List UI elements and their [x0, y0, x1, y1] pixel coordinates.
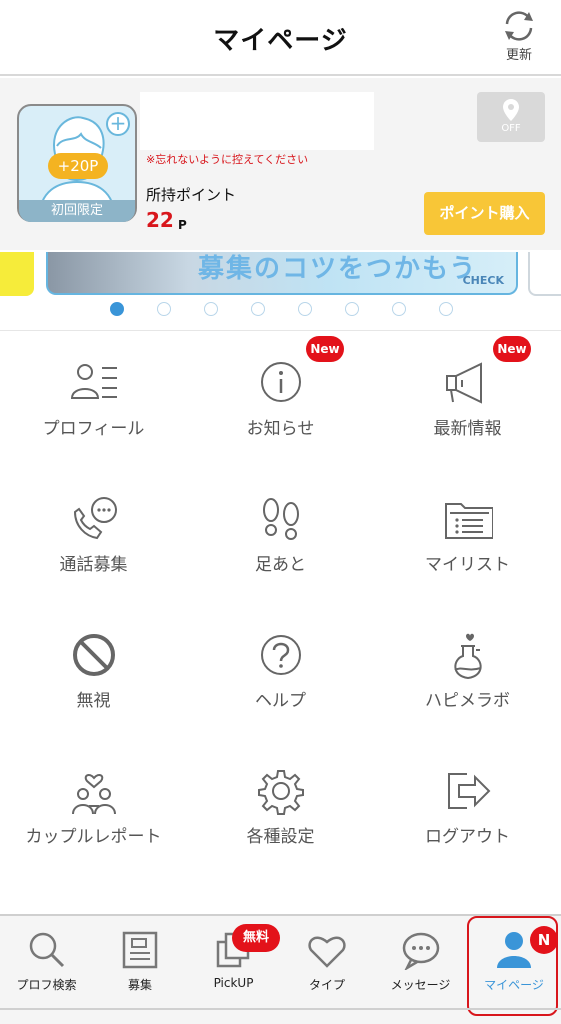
banner-prev-card[interactable]	[0, 252, 34, 296]
tab-label: メッセージ	[390, 978, 451, 992]
add-photo-icon[interactable]: +	[106, 112, 130, 136]
search-icon	[29, 932, 64, 968]
tab-label: マイページ	[484, 978, 544, 992]
location-pin-icon	[503, 99, 519, 121]
menu-item-label: 最新情報	[433, 419, 502, 439]
carousel-dots	[0, 302, 561, 318]
menu-item-folder-list[interactable]: マイリスト	[374, 496, 561, 632]
tab-search[interactable]: プロフ検索	[0, 916, 93, 1012]
logout-icon	[447, 773, 490, 809]
banner-next-card[interactable]	[528, 252, 561, 296]
tab-label: プロフ検索	[16, 978, 77, 992]
person-icon	[497, 932, 531, 968]
gear-icon	[257, 770, 304, 815]
menu-item-label: カップルレポート	[25, 827, 162, 847]
board-icon	[122, 931, 158, 969]
points-value: 22	[146, 208, 174, 232]
new-badge: New	[306, 336, 344, 362]
menu-item-phone-chat[interactable]: 通話募集	[0, 496, 187, 632]
carousel-dot[interactable]	[392, 302, 406, 316]
flask-icon	[453, 633, 482, 680]
menu-item-label: 通話募集	[59, 555, 128, 575]
info-icon	[260, 362, 301, 402]
tab-label: 募集	[127, 978, 152, 992]
location-toggle[interactable]: OFF	[477, 92, 545, 142]
free-badge: 無料	[232, 924, 280, 952]
new-badge: New	[493, 336, 531, 362]
menu-item-profile-list[interactable]: プロフィール	[0, 360, 187, 496]
couple-icon	[71, 774, 116, 815]
tab-message-bubble[interactable]: メッセージ	[374, 916, 467, 1012]
message-bubble-icon	[402, 932, 439, 970]
buy-points-button[interactable]: ポイント購入	[424, 192, 545, 235]
user-id-field	[140, 92, 374, 150]
menu-item-label: 足あと	[255, 555, 306, 575]
carousel-dot[interactable]	[251, 302, 265, 316]
refresh-icon	[505, 11, 533, 41]
refresh-button[interactable]: 更新	[497, 10, 541, 68]
refresh-label: 更新	[505, 48, 532, 63]
bottom-divider	[0, 1008, 561, 1010]
footprints-icon	[262, 498, 299, 540]
menu-item-logout[interactable]: ログアウト	[374, 768, 561, 904]
menu-item-help[interactable]: ヘルプ	[187, 632, 374, 768]
tab-label: タイプ	[308, 978, 345, 992]
menu-item-label: プロフィール	[42, 419, 145, 439]
menu-item-info[interactable]: お知らせ	[187, 360, 374, 496]
banner-check-label: CHECK	[462, 274, 504, 287]
banner-text: 募集のコツをつかもう	[198, 254, 478, 284]
menu-item-megaphone[interactable]: 最新情報	[374, 360, 561, 496]
menu-item-label: マイリスト	[425, 555, 510, 575]
tab-board[interactable]: 募集	[94, 916, 187, 1012]
menu-item-gear[interactable]: 各種設定	[187, 768, 374, 904]
menu-item-label: ヘルプ	[255, 691, 306, 711]
help-icon	[260, 635, 301, 675]
warning-text: ※忘れないように控えてください	[146, 153, 309, 166]
page-title: マイページ	[213, 26, 348, 56]
menu-item-label: 各種設定	[246, 827, 315, 847]
megaphone-icon	[445, 362, 482, 404]
carousel-dot[interactable]	[298, 302, 312, 316]
folder-list-icon	[444, 503, 493, 539]
carousel-dot[interactable]	[157, 302, 171, 316]
tab-heart[interactable]: タイプ	[281, 916, 374, 1012]
phone-chat-icon	[73, 497, 117, 540]
banner-carousel[interactable]: 募集のコツをつかもう CHECK	[0, 252, 561, 298]
tab-label: PickUP	[213, 976, 254, 990]
menu-item-block[interactable]: 無視	[0, 632, 187, 768]
carousel-dot[interactable]	[110, 302, 124, 316]
menu-item-label: ハピメラボ	[425, 691, 510, 711]
points-label: 所持ポイント	[146, 186, 237, 204]
profile-list-icon	[70, 364, 117, 399]
block-icon	[72, 634, 115, 676]
menu-item-label: ログアウト	[425, 827, 510, 847]
divider	[0, 330, 561, 331]
carousel-dot[interactable]	[439, 302, 453, 316]
carousel-dot[interactable]	[204, 302, 218, 316]
heart-icon	[308, 936, 346, 968]
location-status: OFF	[501, 123, 521, 134]
carousel-dot[interactable]	[345, 302, 359, 316]
menu-item-label: お知らせ	[246, 419, 315, 439]
menu-item-flask[interactable]: ハピメラボ	[374, 632, 561, 768]
first-time-label: 初回限定	[19, 200, 135, 222]
menu-item-label: 無視	[76, 691, 111, 711]
menu-item-footprints[interactable]: 足あと	[187, 496, 374, 632]
menu-item-couple[interactable]: カップルレポート	[0, 768, 187, 904]
header-bar: マイページ 更新	[0, 0, 561, 76]
notification-badge: N	[530, 926, 558, 954]
bonus-badge: +20P	[48, 153, 108, 179]
banner-card[interactable]: 募集のコツをつかもう CHECK	[46, 252, 518, 295]
points-unit: P	[178, 218, 187, 232]
